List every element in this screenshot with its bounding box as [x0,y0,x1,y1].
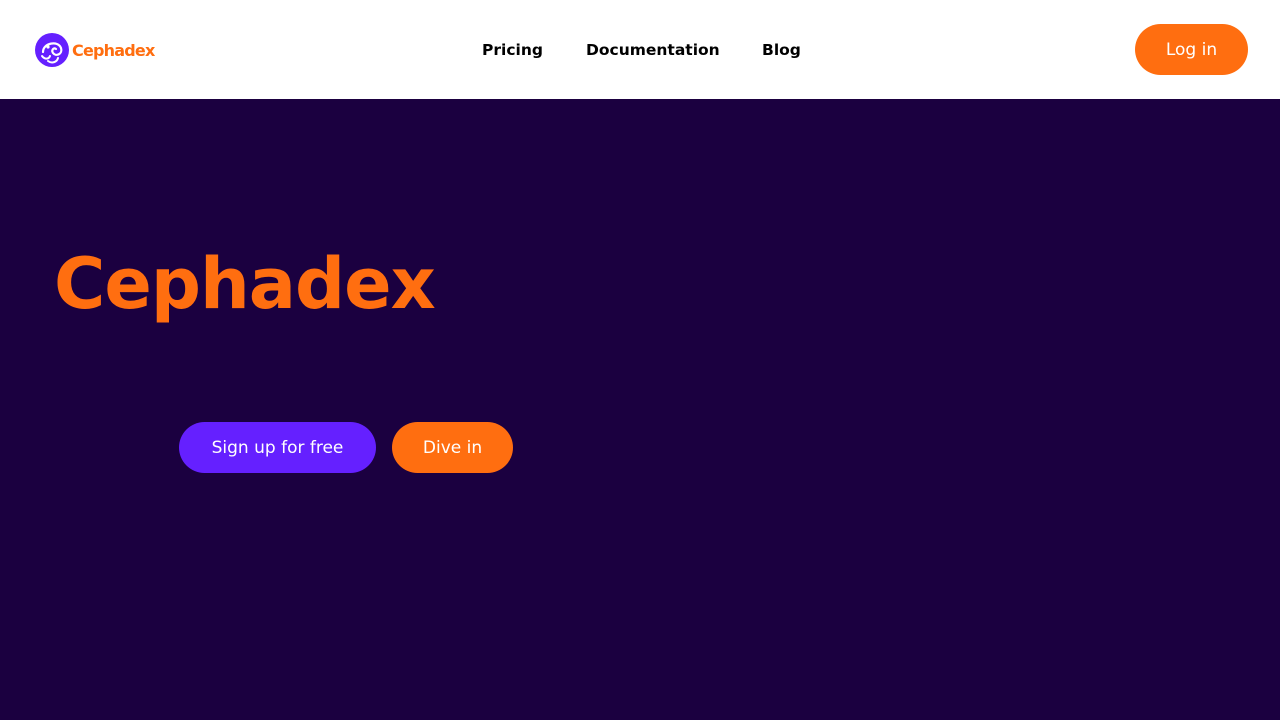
login-button[interactable]: Log in [1135,24,1248,75]
hero-section: Cephadex Sign up for free Dive in [0,99,1280,720]
nav-link-blog[interactable]: Blog [762,38,801,62]
logo-link[interactable]: Cephadex [34,32,155,68]
nav-link-pricing[interactable]: Pricing [482,38,543,62]
hero-title: Cephadex [54,243,436,325]
signup-button[interactable]: Sign up for free [179,422,376,473]
dive-in-button[interactable]: Dive in [392,422,513,473]
logo-wordmark: Cephadex [72,40,155,60]
nav-link-documentation[interactable]: Documentation [586,38,720,62]
site-header: Cephadex Pricing Documentation Blog Log … [0,0,1280,99]
octopus-logo-icon [35,33,69,67]
